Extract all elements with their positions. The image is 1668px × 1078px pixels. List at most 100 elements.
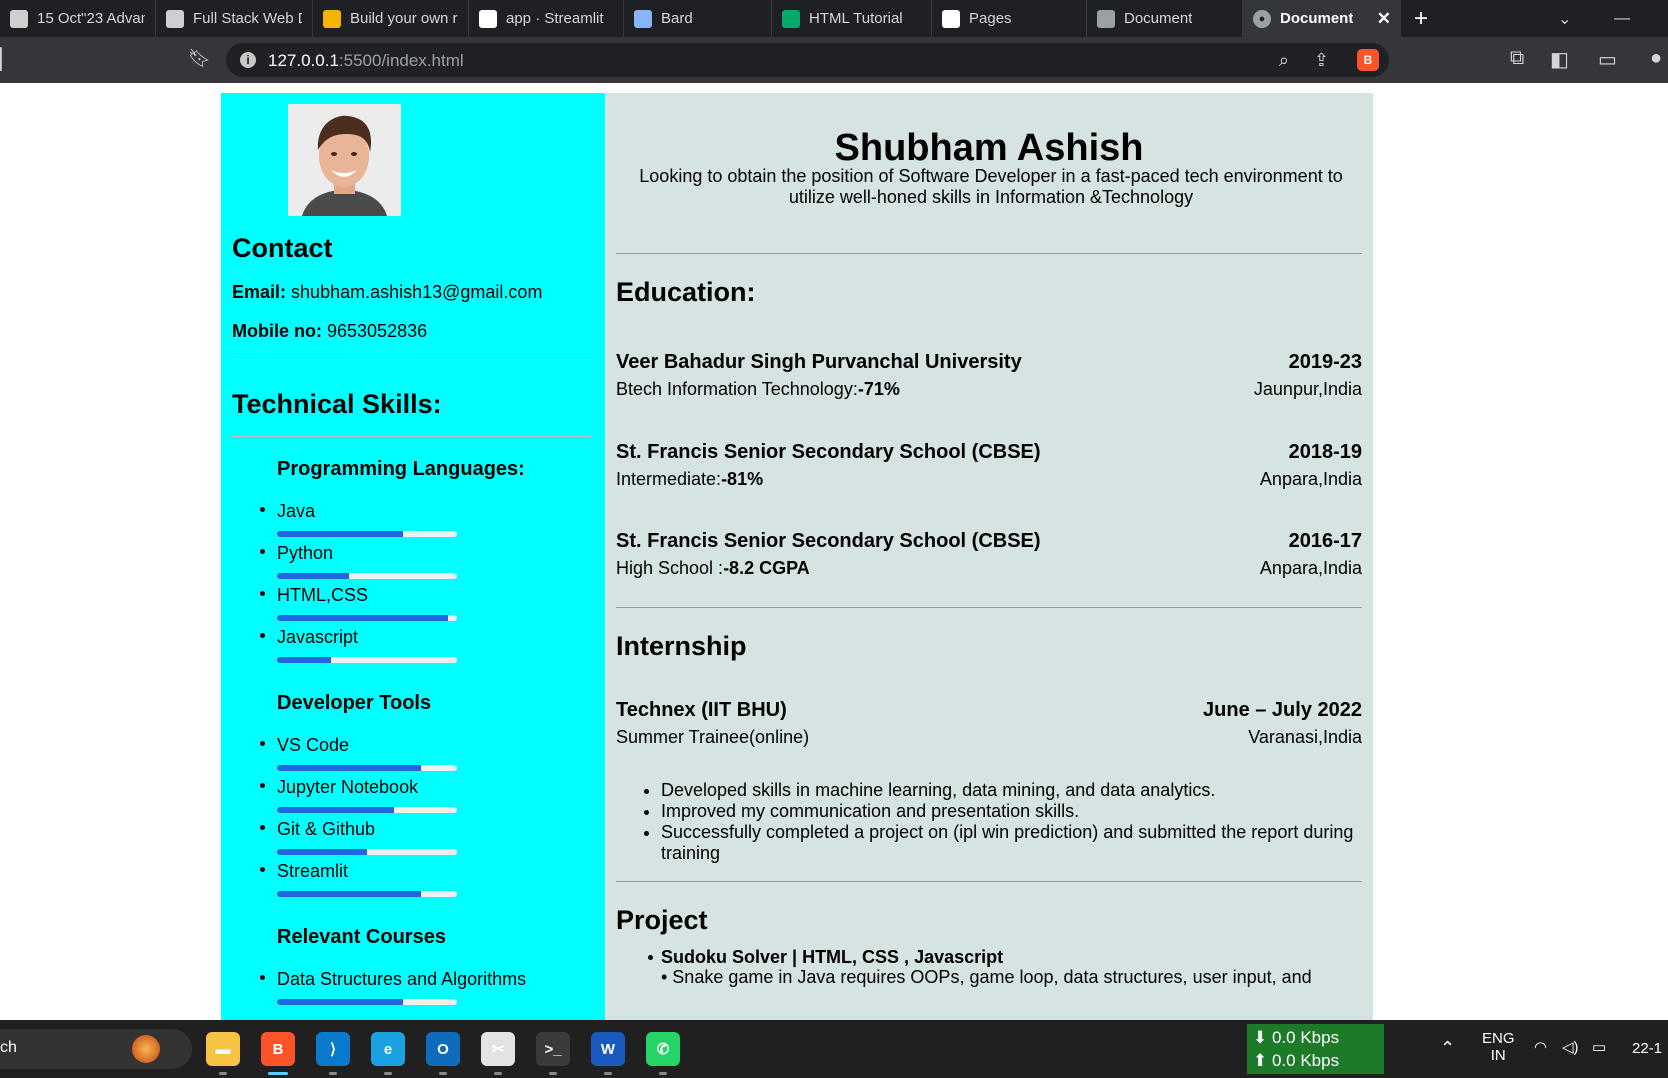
tab-1[interactable]: Full Stack Web D [156,0,313,37]
tab-2[interactable]: Build your own re [313,0,469,37]
skill-progress-fill [277,999,403,1005]
profile-icon[interactable]: ● [1650,47,1662,70]
skill-name: Data Structures and Algorithms [277,969,527,989]
snipping-tool-icon[interactable]: ✂ [481,1032,515,1066]
brave-shields-icon[interactable]: B [1357,49,1379,71]
tab-5[interactable]: HTML Tutorial [772,0,932,37]
file-explorer-icon[interactable]: ▬ [206,1032,240,1066]
extensions-icon[interactable]: ⧉ [1510,47,1524,70]
divider [232,359,593,360]
skill-progress-bar [277,807,457,813]
tab-0[interactable]: 15 Oct"23 Advan [0,0,156,37]
sidebar-toggle-icon[interactable]: ▏ [0,47,15,72]
divider [616,607,1362,608]
skill-name: Javascript [277,627,359,647]
new-tab-button[interactable]: + [1401,5,1441,33]
running-indicator [384,1072,392,1075]
running-indicator [439,1072,447,1075]
chevron-up-icon[interactable]: ⌃ [1440,1038,1455,1059]
skill-progress-bar [277,657,457,663]
bullet [260,549,265,554]
tab-active[interactable]: ● Document ✕ [1243,0,1401,37]
wallet-icon[interactable]: ▭ [1598,47,1617,72]
running-indicator [494,1072,502,1075]
zoom-icon[interactable]: ⌕ [1279,50,1289,71]
tab-title: 15 Oct"23 Advan [37,10,145,27]
tab-4[interactable]: Bard [624,0,772,37]
institution: Veer Bahadur Singh Purvanchal University [616,351,1022,373]
upload-speed: ⬆ 0.0 Kbps [1253,1051,1340,1070]
bullet [260,741,265,746]
project-description: • Snake game in Java requires OOPs, game… [661,967,1312,987]
running-indicator [604,1072,612,1075]
battery-icon[interactable]: ▭ [1592,1038,1606,1056]
vscode-icon[interactable]: ⟩ [316,1032,350,1066]
degree: High School :-8.2 CGPA [616,558,810,578]
sidebar-panel-icon[interactable]: ◧ [1550,47,1569,72]
skill-name: Streamlit [277,861,349,881]
skill-item: Data Structures and Algorithms [260,968,577,1005]
bard-sparkle-icon [634,9,652,28]
tab-6[interactable]: Pages [932,0,1087,37]
skill-progress-fill [277,615,448,621]
address-bar[interactable]: i 127.0.0.1:5500/index.html ⌕ ⇪ B [226,43,1389,77]
internship-role: Summer Trainee(online) [616,727,810,747]
location: Anpara,India [1259,469,1362,489]
running-indicator [219,1072,227,1075]
bullet [260,507,265,512]
year: 2019-23 [1288,351,1362,373]
tab-7[interactable]: Document [1087,0,1243,37]
github-icon [942,9,960,28]
skill-item: Git & Github [260,818,577,855]
url-text[interactable]: 127.0.0.1:5500/index.html [268,51,464,71]
internship-period: June – July 2022 [1203,699,1362,721]
location: Jaunpur,India [1253,379,1362,399]
list-item: Developed skills in machine learning, da… [661,780,1361,801]
internship-heading: Internship [616,631,747,661]
search-input[interactable]: ch [0,1039,17,1057]
skill-progress-bar [277,891,457,897]
education-row: St. Francis Senior Secondary School (CBS… [616,441,1362,491]
edge-icon[interactable]: e [371,1032,405,1066]
taskbar-search[interactable]: ch [0,1029,192,1069]
bookmark-icon[interactable]: 🔖︎ [188,48,211,70]
terminal-icon[interactable]: >_ [536,1032,570,1066]
whatsapp-icon[interactable]: ✆ [646,1032,680,1066]
outlook-icon[interactable]: O [426,1032,460,1066]
wifi-icon[interactable]: ◠ [1534,1038,1547,1056]
skill-item: VS Code [260,734,577,771]
bullet [260,783,265,788]
education-row: Veer Bahadur Singh Purvanchal University… [616,351,1362,401]
tab-title: app · Streamlit [506,10,604,27]
skill-progress-fill [277,891,421,897]
internship-points: Developed skills in machine learning, da… [661,780,1361,864]
clock-date[interactable]: 22-1 [1632,1040,1662,1057]
share-icon[interactable]: ⇪ [1314,50,1329,71]
close-icon[interactable]: ✕ [1377,9,1391,29]
skill-progress-fill [277,849,367,855]
skill-group-title: Programming Languages: [277,458,525,480]
minimize-icon[interactable]: — [1614,0,1630,37]
globe-icon [1097,9,1115,28]
skill-progress-bar [277,573,457,579]
skill-progress-bar [277,999,457,1005]
chevron-down-icon[interactable]: ⌄ [1558,0,1571,37]
tab-3[interactable]: app · Streamlit [469,0,624,37]
degree: Intermediate:-81% [616,469,764,489]
language-indicator[interactable]: ENG IN [1482,1030,1515,1064]
brave-icon[interactable]: B [261,1032,295,1066]
skill-name: Java [277,501,316,521]
info-icon[interactable]: i [240,52,256,68]
browser-tab-bar: 15 Oct"23 Advan Full Stack Web D Build you… [0,0,1668,37]
candidate-name: Shubham Ashish [834,127,1144,169]
location: Anpara,India [1259,558,1362,578]
volume-icon[interactable]: ◁) [1562,1038,1579,1056]
google-drive-icon [323,9,341,28]
word-icon[interactable]: W [591,1032,625,1066]
project-heading: Project [616,905,708,935]
education-heading: Education: [616,277,756,307]
skill-name: Jupyter Notebook [277,777,419,797]
skill-item: Streamlit [260,860,577,897]
bullet [648,955,653,960]
skill-name: HTML,CSS [277,585,369,605]
